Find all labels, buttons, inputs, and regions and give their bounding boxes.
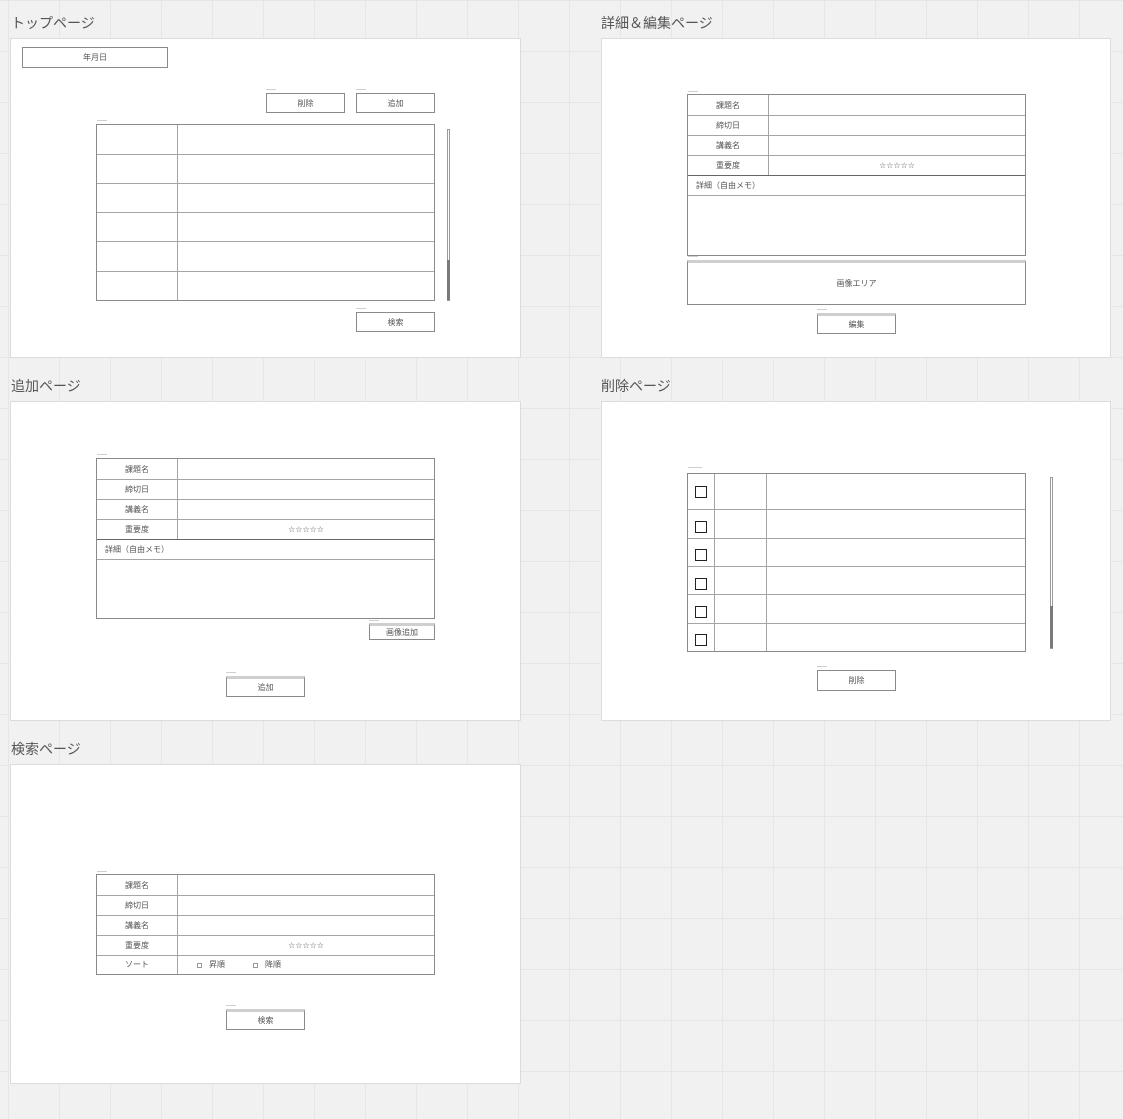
- field-label-sort: ソート: [125, 960, 149, 969]
- field-label-lecture: 講義名: [716, 140, 740, 150]
- memo-label: 詳細（自由メモ）: [105, 544, 169, 554]
- delete-table-scrollbar[interactable]: [1050, 477, 1053, 649]
- row-checkbox[interactable]: [695, 578, 707, 590]
- delete-table: [687, 473, 1026, 652]
- field-label-deadline: 締切日: [125, 900, 149, 910]
- edit-button[interactable]: 編集: [817, 313, 896, 334]
- add-button[interactable]: 追加: [356, 93, 435, 113]
- task-table: [96, 124, 435, 301]
- add-page-title: 追加ページ: [11, 379, 81, 395]
- sort-ascending-radio[interactable]: [197, 963, 202, 968]
- memo-label: 詳細（自由メモ）: [696, 180, 760, 190]
- importance-stars[interactable]: ☆☆☆☆☆: [178, 519, 434, 539]
- sort-ascending-label: 昇順: [209, 960, 225, 969]
- detail-page-frame: 課題名 締切日 講義名 重要度 ☆☆☆☆☆ 詳細（自由メモ） 画像エリア 編集: [601, 38, 1111, 358]
- field-label-importance: 重要度: [716, 160, 740, 170]
- row-checkbox[interactable]: [695, 634, 707, 646]
- image-area[interactable]: 画像エリア: [687, 260, 1026, 305]
- detail-form: 課題名 締切日 講義名 重要度 ☆☆☆☆☆ 詳細（自由メモ）: [687, 94, 1026, 256]
- field-label-title: 課題名: [125, 880, 149, 890]
- top-page-frame: 年月日 削除 追加 検索: [10, 38, 521, 358]
- delete-confirm-button[interactable]: 削除: [817, 670, 896, 691]
- delete-button[interactable]: 削除: [266, 93, 345, 113]
- field-input-deadline[interactable]: [178, 479, 434, 499]
- field-input-lecture[interactable]: [178, 499, 434, 519]
- row-checkbox[interactable]: [695, 521, 707, 533]
- row-checkbox[interactable]: [695, 486, 707, 498]
- top-page-title: トップページ: [11, 16, 95, 32]
- field-label-title: 課題名: [125, 464, 149, 474]
- field-input-deadline[interactable]: [769, 115, 1025, 135]
- row-checkbox[interactable]: [695, 549, 707, 561]
- field-label-importance: 重要度: [125, 940, 149, 950]
- detail-page-title: 詳細＆編集ページ: [601, 16, 713, 32]
- delete-page-frame: 削除: [601, 401, 1111, 721]
- field-label-lecture: 講義名: [125, 920, 149, 930]
- add-image-button[interactable]: 画像追加: [369, 623, 435, 640]
- sort-descending-radio[interactable]: [253, 963, 258, 968]
- memo-textarea[interactable]: [688, 196, 1025, 255]
- field-input-lecture[interactable]: [769, 135, 1025, 155]
- sort-descending-label: 降順: [265, 960, 281, 969]
- importance-stars[interactable]: ☆☆☆☆☆: [178, 935, 434, 955]
- add-form: 課題名 締切日 講義名 重要度 ☆☆☆☆☆ 詳細（自由メモ）: [96, 458, 435, 619]
- field-input-lecture[interactable]: [178, 915, 434, 935]
- field-input-deadline[interactable]: [178, 895, 434, 915]
- date-field[interactable]: 年月日: [22, 47, 168, 68]
- field-input-title[interactable]: [769, 95, 1025, 115]
- add-submit-button[interactable]: 追加: [226, 676, 305, 697]
- field-label-deadline: 締切日: [125, 484, 149, 494]
- add-page-frame: 課題名 締切日 講義名 重要度 ☆☆☆☆☆ 詳細（自由メモ） 画像追加 追加: [10, 401, 521, 721]
- search-page-title: 検索ページ: [11, 742, 81, 758]
- search-page-frame: 課題名 締切日 講義名 重要度 ソート ☆☆☆☆☆ 昇順 降順 検索: [10, 764, 521, 1084]
- field-label-title: 課題名: [716, 100, 740, 110]
- search-form: 課題名 締切日 講義名 重要度 ソート ☆☆☆☆☆ 昇順 降順: [96, 874, 435, 975]
- search-submit-button[interactable]: 検索: [226, 1009, 305, 1030]
- field-label-deadline: 締切日: [716, 120, 740, 130]
- importance-stars[interactable]: ☆☆☆☆☆: [769, 155, 1025, 175]
- field-input-title[interactable]: [178, 459, 434, 479]
- task-table-scrollbar[interactable]: [447, 129, 450, 301]
- field-label-lecture: 講義名: [125, 504, 149, 514]
- field-input-title[interactable]: [178, 875, 434, 895]
- row-checkbox[interactable]: [695, 606, 707, 618]
- memo-textarea[interactable]: [97, 560, 434, 618]
- delete-page-title: 削除ページ: [601, 379, 671, 395]
- search-button[interactable]: 検索: [356, 312, 435, 332]
- field-label-importance: 重要度: [125, 524, 149, 534]
